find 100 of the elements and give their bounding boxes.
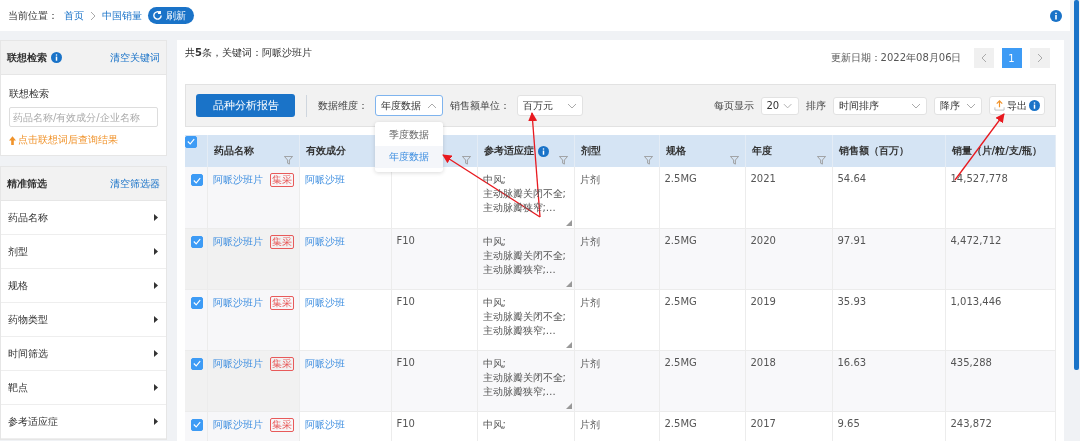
resize-grip-icon[interactable] — [565, 402, 572, 409]
caret-icon — [154, 350, 158, 357]
info-icon — [1028, 100, 1040, 111]
search-field[interactable]: 药品名称/有效成分/企业名称 — [9, 107, 158, 127]
breadcrumb-link[interactable]: 首页 — [64, 8, 84, 23]
table-cell: 35.93 — [837, 295, 867, 307]
caret-icon — [427, 102, 437, 109]
drug-name-link[interactable]: 阿哌沙班片 — [212, 173, 263, 187]
clear-keywords-link[interactable]: 清空关键词 — [110, 50, 160, 65]
column-header: 剂型 — [580, 144, 601, 158]
ingredient-link[interactable]: 阿哌沙班 — [304, 357, 345, 369]
dimension-select[interactable]: 年度数据 — [375, 95, 443, 116]
unit-select[interactable]: 百万元 — [517, 95, 583, 116]
table-cell: 1,013,446 — [950, 295, 1002, 307]
column-header: 销售额（百万） — [838, 144, 909, 158]
drug-name-link[interactable]: 阿哌沙班片 — [212, 356, 263, 371]
info-icon[interactable] — [537, 145, 549, 157]
filter-item[interactable]: 参考适应症 — [1, 405, 166, 439]
filter-item[interactable]: 剂型 — [1, 235, 166, 269]
report-button[interactable]: 品种分析报告 — [196, 94, 295, 117]
filter-icon[interactable] — [729, 156, 739, 165]
table-cell: 2.5MG — [664, 234, 697, 246]
vertical-scrollbar[interactable] — [1073, 0, 1079, 370]
table-cell: 16.63 — [837, 356, 867, 368]
table-cell: 片剂 — [579, 296, 600, 308]
chevron-left-icon — [980, 53, 987, 63]
row-checkbox[interactable] — [191, 296, 203, 309]
resize-grip-icon[interactable] — [565, 219, 572, 226]
update-date: 更新日期：2022年08月06日 — [830, 51, 962, 65]
refresh-icon — [152, 10, 163, 21]
table-cell: 片剂 — [579, 357, 600, 369]
ingredient-link[interactable]: 阿哌沙班 — [304, 235, 345, 247]
result-summary: 共5条，关键词：阿哌沙班片 — [185, 46, 312, 60]
table-cell: 片剂 — [579, 174, 600, 185]
filter-icon[interactable] — [643, 156, 653, 165]
procurement-tag: 集采 — [269, 417, 294, 432]
page-button[interactable]: 1 — [1001, 48, 1022, 68]
procurement-tag: 集采 — [269, 356, 294, 371]
filter-icon[interactable] — [283, 156, 293, 165]
sort-field-select[interactable]: 时间排序 — [832, 96, 927, 115]
resize-grip-icon[interactable] — [565, 341, 572, 348]
hint-text: 点击联想词后查询结果 — [18, 133, 118, 147]
row-checkbox[interactable] — [191, 174, 203, 186]
table-cell: F10 — [396, 295, 415, 307]
filter-item[interactable]: 规格 — [1, 269, 166, 303]
procurement-tag: 集采 — [269, 173, 294, 187]
caret-icon — [154, 282, 158, 289]
refresh-button[interactable]: 刷新 — [148, 7, 194, 24]
table-cell: F10 — [396, 234, 415, 246]
procurement-tag: 集采 — [269, 295, 294, 310]
caret-icon — [154, 384, 158, 391]
filter-icon[interactable] — [461, 156, 471, 165]
info-icon[interactable] — [51, 52, 62, 63]
table-cell: 2020 — [750, 234, 776, 246]
ingredient-link[interactable]: 阿哌沙班 — [304, 418, 345, 430]
row-checkbox[interactable] — [191, 235, 203, 248]
field-label: 联想检索 — [9, 87, 50, 101]
info-icon[interactable] — [1050, 9, 1062, 22]
filter-item[interactable]: 靶点 — [1, 371, 166, 405]
filter-item[interactable]: 药物类型 — [1, 303, 166, 337]
filter-item[interactable]: 药品名称 — [1, 201, 166, 235]
indication-text: 中风; — [482, 417, 506, 432]
drug-name-link[interactable]: 阿哌沙班片 — [212, 234, 263, 249]
breadcrumb-link[interactable]: 中国销量 — [102, 8, 142, 23]
row-checkbox[interactable] — [191, 357, 203, 370]
table-cell: 14,527,778 — [950, 173, 1008, 184]
up-arrow-icon — [9, 135, 16, 145]
dropdown-option[interactable]: 季度数据 — [375, 124, 443, 146]
sort-order-select[interactable]: 降序 — [933, 96, 982, 115]
ingredient-link[interactable]: 阿哌沙班 — [304, 174, 345, 185]
row-checkbox[interactable] — [191, 418, 203, 431]
drug-name-link[interactable]: 阿哌沙班片 — [212, 295, 263, 310]
caret-icon — [965, 102, 976, 109]
caret-icon — [154, 248, 158, 255]
clear-filters-link[interactable]: 清空筛选器 — [110, 176, 160, 191]
column-header: 参考适应症 — [483, 144, 534, 158]
table-cell: 2018 — [750, 356, 776, 368]
column-header: 销量（片/粒/支/瓶） — [951, 144, 1043, 158]
table-cell: 97.91 — [837, 234, 867, 246]
select-all-checkbox[interactable] — [185, 135, 197, 148]
filter-icon[interactable] — [816, 156, 826, 165]
chevron-right-icon — [1036, 53, 1043, 63]
dimension-label: 数据维度： — [318, 98, 368, 113]
panel-title: 联想检索 — [7, 50, 47, 65]
table-cell: 2021 — [750, 173, 776, 184]
export-button[interactable]: 导出 — [988, 96, 1045, 115]
resize-grip-icon[interactable] — [565, 280, 572, 287]
ingredient-link[interactable]: 阿哌沙班 — [304, 296, 345, 308]
drug-name-link[interactable]: 阿哌沙班片 — [212, 417, 263, 432]
dropdown-option[interactable]: 年度数据 — [375, 146, 443, 168]
table-cell: 2.5MG — [664, 417, 697, 429]
page-size-select[interactable]: 20 — [760, 96, 799, 115]
caret-icon — [154, 214, 158, 221]
caret-icon — [154, 316, 158, 323]
filter-item[interactable]: 时间筛选 — [1, 337, 166, 371]
filter-icon[interactable] — [558, 156, 568, 165]
table-cell: 435,288 — [950, 356, 992, 368]
table-cell: 2017 — [750, 417, 776, 429]
upload-icon — [993, 100, 1005, 111]
column-header: 年度 — [751, 144, 772, 158]
